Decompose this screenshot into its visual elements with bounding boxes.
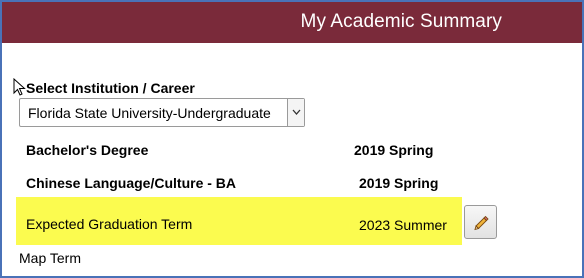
institution-selected-value: Florida State University-Undergraduate: [28, 105, 271, 121]
expected-graduation-label: Expected Graduation Term: [26, 216, 193, 232]
major-term: 2019 Spring: [359, 175, 439, 191]
select-institution-label: Select Institution / Career: [26, 80, 195, 96]
major-label: Chinese Language/Culture - BA: [26, 175, 237, 191]
institution-career-select[interactable]: Florida State University-Undergraduate: [19, 98, 305, 127]
edit-graduation-term-button[interactable]: [464, 205, 497, 239]
degree-label: Bachelor's Degree: [26, 142, 149, 158]
map-term-link[interactable]: Map Term: [19, 250, 81, 266]
expected-graduation-term: 2023 Summer: [359, 217, 447, 233]
pencil-icon: [474, 215, 489, 231]
chevron-down-icon: [292, 109, 301, 115]
page-header: My Academic Summary: [2, 2, 582, 43]
mouse-pointer-icon: [13, 78, 26, 96]
degree-term: 2019 Spring: [354, 142, 434, 158]
dropdown-arrow[interactable]: [287, 99, 304, 126]
page-title: My Academic Summary: [300, 11, 502, 32]
